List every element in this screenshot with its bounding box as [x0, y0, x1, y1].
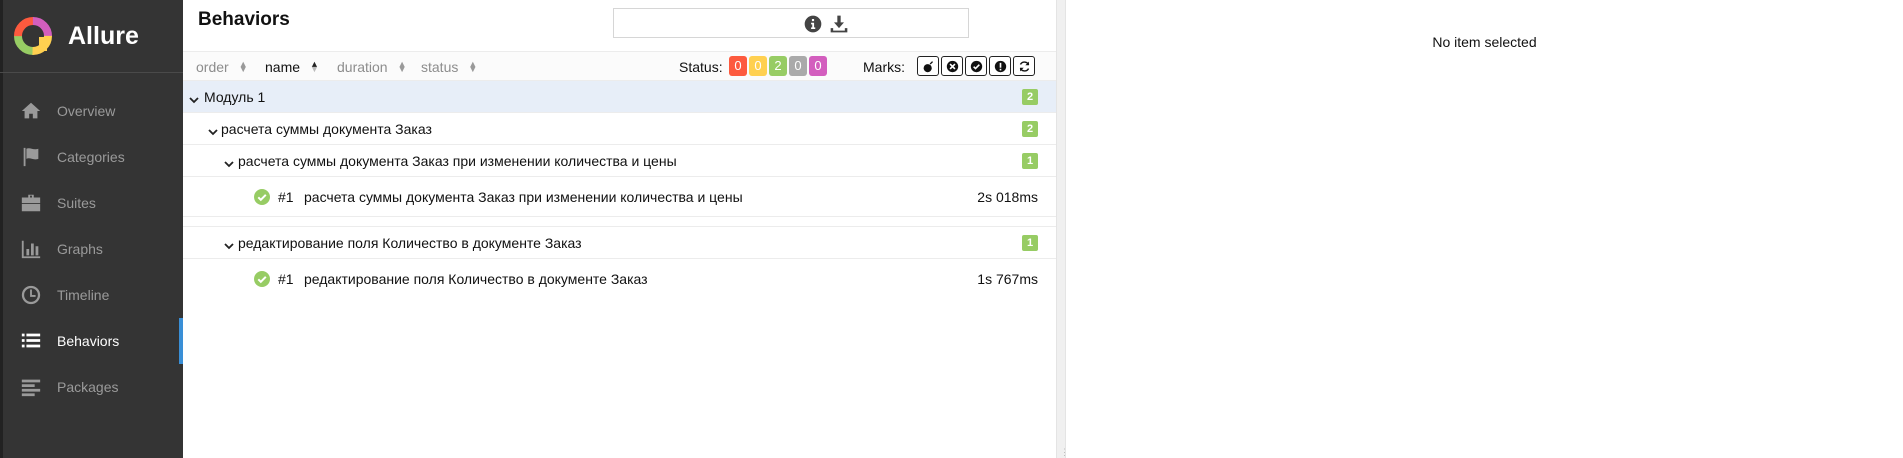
exclamation-circle-icon	[994, 60, 1006, 72]
sidebar: Allure Overview Categories Suites Graphs…	[0, 0, 183, 458]
test-duration: 1s 767ms	[977, 271, 1038, 287]
sort-name[interactable]: name ▲ ▼	[265, 59, 319, 75]
sidebar-item-overview[interactable]: Overview	[0, 88, 183, 134]
test-title: расчета суммы документа Заказ при измене…	[304, 189, 743, 205]
chevron-down-icon	[224, 156, 234, 168]
tree-node-label: расчета суммы документа Заказ	[221, 121, 432, 137]
status-failed-badge[interactable]: 0	[729, 56, 747, 76]
group-spacer	[183, 217, 1056, 227]
sort-name-label: name	[265, 59, 301, 75]
status-passed-badge[interactable]: 2	[769, 56, 787, 76]
times-circle-icon	[946, 60, 958, 72]
sidebar-item-packages[interactable]: Packages	[0, 364, 183, 410]
chevron-down-icon	[208, 124, 218, 136]
sidebar-item-label: Behaviors	[57, 333, 120, 349]
mark-retries-button[interactable]	[1013, 56, 1035, 76]
sort-status-label: status	[421, 59, 459, 75]
sidebar-item-label: Suites	[57, 195, 96, 211]
sort-status[interactable]: status ▲ ▼	[421, 59, 477, 75]
behaviors-tree: Модуль 1 2 расчета суммы документа Заказ…	[183, 81, 1056, 299]
sidebar-item-label: Packages	[57, 379, 119, 395]
sort-arrows-icon: ▲ ▼	[468, 59, 478, 74]
sidebar-divider	[0, 72, 183, 73]
tree-node-label: Модуль 1	[204, 89, 266, 105]
home-icon	[21, 102, 41, 119]
tree-node-epic[interactable]: Модуль 1 2	[183, 81, 1056, 113]
sidebar-item-graphs[interactable]: Graphs	[0, 226, 183, 272]
behaviors-pane: Behaviors order ▲ ▼ name ▲ ▼ duration ▲ ▼ s…	[183, 0, 1056, 458]
tree-node-story[interactable]: редактирование поля Количество в докумен…	[183, 227, 1056, 259]
marks-filter-label: Marks:	[863, 59, 905, 75]
passed-check-icon	[254, 271, 270, 287]
test-number: #1	[278, 271, 294, 287]
tree-node-label: расчета суммы документа Заказ при измене…	[238, 153, 677, 169]
flag-icon	[23, 147, 39, 167]
status-broken-badge[interactable]: 0	[749, 56, 767, 76]
passed-check-icon	[254, 189, 270, 205]
sidebar-item-label: Graphs	[57, 241, 103, 257]
sidebar-item-label: Timeline	[57, 287, 110, 303]
status-unknown-badge[interactable]: 0	[809, 56, 827, 76]
allure-logo-icon	[14, 17, 52, 55]
test-duration: 2s 018ms	[977, 189, 1038, 205]
sort-arrows-icon: ▲ ▼	[397, 59, 407, 74]
sidebar-nav: Overview Categories Suites Graphs Timeli…	[0, 88, 183, 410]
tree-node-feature[interactable]: расчета суммы документа Заказ 2	[183, 113, 1056, 145]
count-badge: 2	[1022, 89, 1038, 105]
refresh-icon	[1019, 60, 1029, 72]
sort-arrows-icon: ▲ ▼	[238, 59, 248, 74]
test-title: редактирование поля Количество в докумен…	[304, 271, 648, 287]
search-input[interactable]	[613, 8, 969, 38]
tree-node-story[interactable]: расчета суммы документа Заказ при измене…	[183, 145, 1056, 177]
sort-order[interactable]: order ▲ ▼	[196, 59, 248, 75]
info-button[interactable]	[803, 14, 823, 34]
sidebar-item-label: Overview	[57, 103, 116, 119]
align-left-icon	[21, 379, 41, 397]
page-title: Behaviors	[198, 9, 290, 30]
check-circle-icon	[970, 60, 982, 72]
sort-order-label: order	[196, 59, 229, 75]
briefcase-icon	[21, 194, 41, 212]
mark-flaky-button[interactable]	[917, 56, 939, 76]
count-badge: 1	[1022, 153, 1038, 169]
clock-icon	[21, 285, 41, 305]
count-badge: 2	[1022, 121, 1038, 137]
sidebar-item-timeline[interactable]: Timeline	[0, 272, 183, 318]
status-filter-label: Status:	[679, 59, 723, 75]
sort-duration[interactable]: duration ▲ ▼	[337, 59, 407, 75]
sort-asc-icon: ▲ ▼	[310, 59, 319, 74]
sidebar-item-label: Categories	[57, 149, 125, 165]
count-badge: 1	[1022, 235, 1038, 251]
info-icon	[804, 15, 822, 33]
sidebar-item-behaviors[interactable]: Behaviors	[0, 318, 183, 364]
sort-bar: order ▲ ▼ name ▲ ▼ duration ▲ ▼ status ▲ ▼ S…	[183, 51, 1056, 81]
list-icon	[21, 333, 41, 348]
tree-node-label: редактирование поля Количество в докумен…	[238, 235, 582, 251]
test-number: #1	[278, 189, 294, 205]
sidebar-item-categories[interactable]: Categories	[0, 134, 183, 180]
download-icon	[830, 15, 848, 33]
empty-state-text: No item selected	[1432, 34, 1537, 50]
download-button[interactable]	[829, 14, 849, 34]
sidebar-item-suites[interactable]: Suites	[0, 180, 183, 226]
test-case-row[interactable]: #1 редактирование поля Количество в доку…	[183, 259, 1056, 299]
chevron-down-icon	[189, 92, 199, 104]
chevron-down-icon	[224, 238, 234, 250]
pane-splitter[interactable]: ⋮	[1056, 0, 1069, 458]
app-name: Allure	[68, 21, 139, 50]
bomb-icon	[923, 60, 933, 72]
mark-new-failed-button[interactable]	[941, 56, 963, 76]
mark-new-broken-button[interactable]	[989, 56, 1011, 76]
sort-duration-label: duration	[337, 59, 388, 75]
detail-pane: No item selected	[1066, 0, 1903, 458]
test-case-row[interactable]: #1 расчета суммы документа Заказ при изм…	[183, 177, 1056, 217]
status-skipped-badge[interactable]: 0	[789, 56, 807, 76]
bar-chart-icon	[21, 240, 41, 259]
mark-new-passed-button[interactable]	[965, 56, 987, 76]
brand[interactable]: Allure	[12, 14, 139, 58]
